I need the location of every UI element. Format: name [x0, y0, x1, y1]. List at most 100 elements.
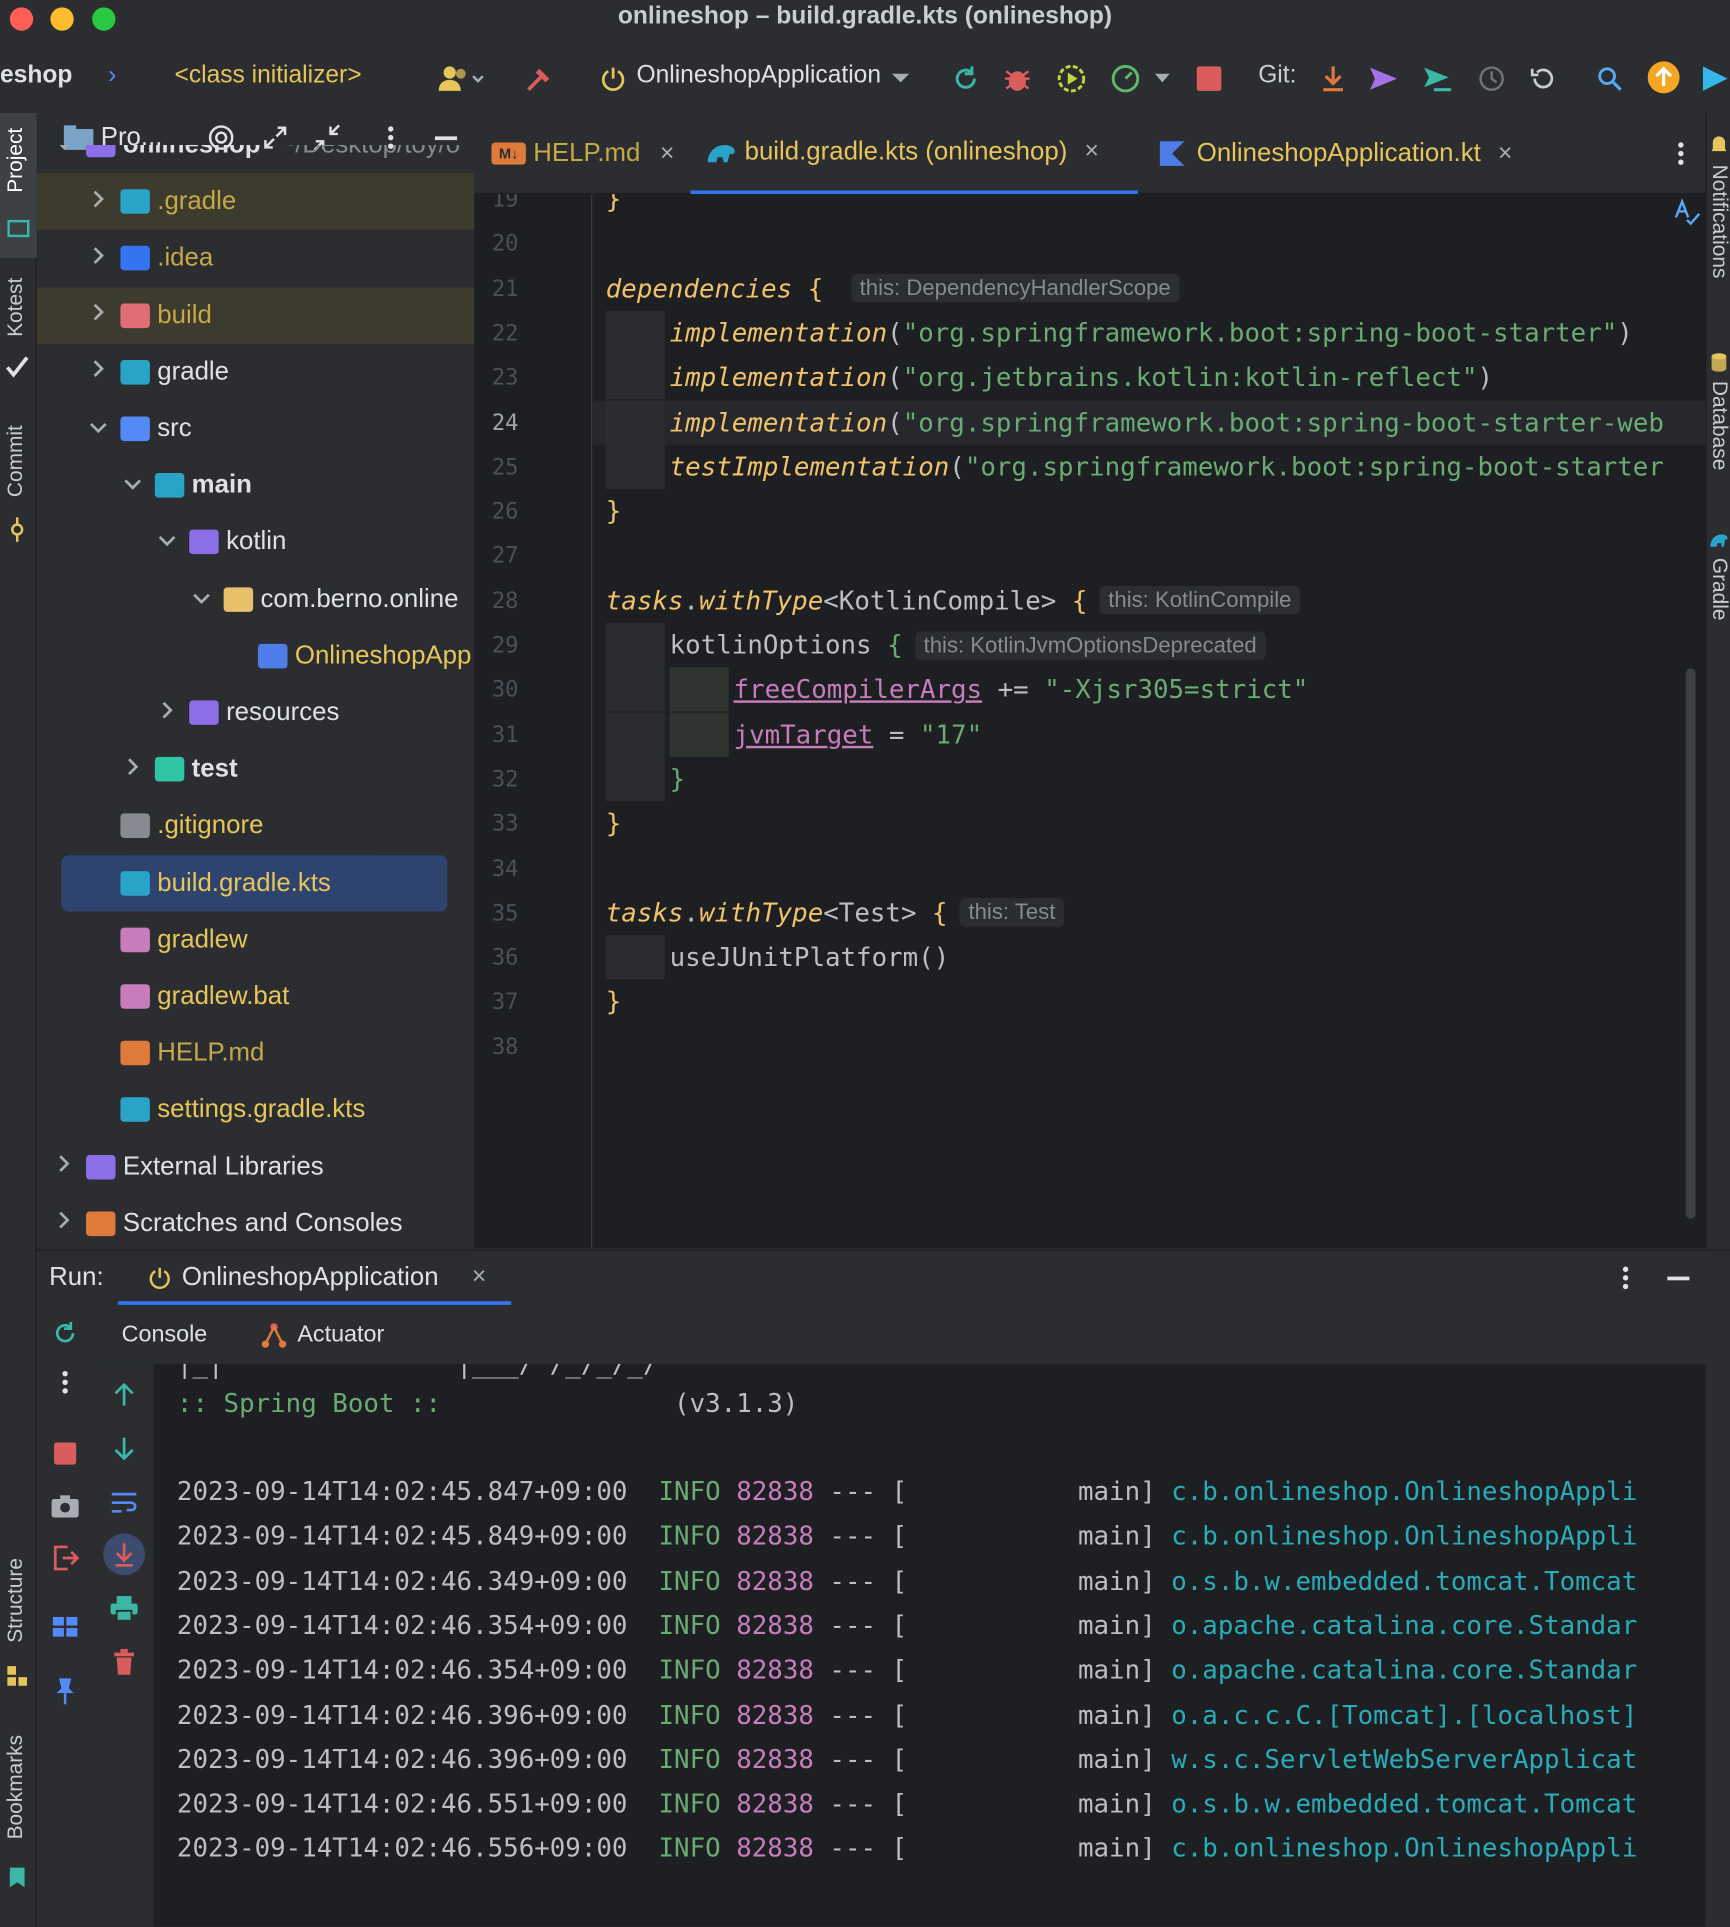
code-token: +=: [982, 674, 1045, 705]
kotest-tool-label[interactable]: Kotest: [4, 278, 29, 337]
chevron-down-icon[interactable]: [86, 418, 111, 440]
update-available-icon[interactable]: [1646, 60, 1680, 94]
git-push-icon[interactable]: [1420, 61, 1454, 95]
camera-dump-icon[interactable]: [49, 1492, 81, 1521]
code-with-me-icon[interactable]: [1701, 61, 1730, 95]
git-history-icon[interactable]: [1474, 61, 1508, 95]
tab-build-gradle-kts[interactable]: build.gradle.kts (onlineshop) ×: [690, 113, 1138, 195]
chevron-right-icon[interactable]: [52, 1211, 77, 1237]
build-hammer-icon[interactable]: [521, 61, 558, 95]
database-icon[interactable]: [1709, 351, 1729, 373]
more-run-options-icon[interactable]: [1150, 61, 1175, 95]
console-output[interactable]: |_| |___/ /_/_/_/ :: Spring Boot :: (v3.…: [153, 1363, 1706, 1927]
chevron-right-icon[interactable]: [52, 1154, 77, 1180]
tree-item[interactable]: .gradle: [36, 173, 475, 230]
tabs-options-kebab-icon[interactable]: [1669, 138, 1694, 170]
layout-icon[interactable]: [49, 1612, 81, 1641]
clear-all-icon[interactable]: [108, 1646, 140, 1678]
tab-help-md[interactable]: M↓ HELP.md ×: [474, 113, 685, 194]
actuator-tab[interactable]: Actuator: [297, 1322, 384, 1349]
bookmark-icon[interactable]: [5, 1865, 30, 1890]
run-tab-close-icon[interactable]: ×: [472, 1263, 486, 1291]
more-actions-kebab-icon[interactable]: [52, 1369, 79, 1396]
pin-icon[interactable]: [49, 1676, 81, 1705]
run-config-selector[interactable]: OnlineshopApplication: [636, 61, 881, 89]
notifications-tool-label[interactable]: Notifications: [1707, 165, 1730, 279]
structure-icon[interactable]: [5, 1664, 30, 1689]
code-line: }: [606, 489, 622, 533]
tree-item[interactable]: build: [36, 287, 475, 344]
tree-item[interactable]: HELP.md: [37, 1025, 474, 1082]
git-update-icon[interactable]: [1317, 61, 1349, 95]
console-tab[interactable]: Console: [122, 1322, 208, 1349]
git-rollback-icon[interactable]: [1526, 61, 1560, 95]
tab-close-icon[interactable]: ×: [660, 139, 674, 167]
chevron-right-icon[interactable]: [120, 756, 145, 782]
notifications-icon[interactable]: [1709, 133, 1729, 155]
users-icon[interactable]: [435, 61, 489, 95]
tree-item[interactable]: com.berno.online: [37, 571, 474, 628]
chevron-right-icon[interactable]: [86, 246, 111, 272]
chevron-down-icon[interactable]: [52, 144, 77, 156]
tree-item[interactable]: .gitignore: [37, 798, 474, 855]
chevron-right-icon[interactable]: [155, 700, 180, 726]
tree-item[interactable]: src: [37, 401, 474, 458]
soft-wrap-icon[interactable]: [108, 1487, 140, 1519]
tab-close-icon[interactable]: ×: [1085, 138, 1099, 166]
tree-item[interactable]: settings.gradle.kts: [37, 1082, 474, 1139]
chevron-down-icon[interactable]: [189, 588, 214, 610]
tree-item[interactable]: onlineshop ~/Desktop/toy/o: [37, 144, 474, 173]
tree-item[interactable]: gradle: [37, 344, 474, 401]
code-editor[interactable]: 19 20 21 22 23 24 25 26 27 28 29 30 31 32 33 34 35 36 37 38…: [474, 194, 1706, 1249]
tree-item[interactable]: resources: [37, 684, 474, 741]
commit-icon[interactable]: [4, 516, 31, 543]
run-tab-onlineshop[interactable]: OnlineshopApplication ×: [117, 1251, 512, 1305]
run-options-kebab-icon[interactable]: [1615, 1263, 1637, 1292]
tab-close-icon[interactable]: ×: [1498, 139, 1512, 167]
search-icon[interactable]: [1592, 61, 1626, 95]
tree-item[interactable]: .idea: [37, 230, 474, 287]
tree-item[interactable]: main: [37, 457, 474, 514]
run-coverage-icon[interactable]: [1054, 61, 1088, 95]
kotest-icon[interactable]: [4, 354, 31, 381]
tree-item[interactable]: gradlew.bat: [37, 968, 474, 1025]
stop-icon[interactable]: [52, 1440, 79, 1467]
chevron-down-icon[interactable]: [155, 531, 180, 553]
hide-run-panel-icon[interactable]: [1664, 1263, 1693, 1292]
gradle-tool-label[interactable]: Gradle: [1707, 558, 1730, 621]
scroll-to-end-toggle[interactable]: [103, 1533, 145, 1576]
gradle-tool-icon[interactable]: [1709, 528, 1729, 550]
debug-bug-icon[interactable]: [1000, 61, 1034, 95]
bookmarks-tool-label[interactable]: Bookmarks: [4, 1735, 29, 1839]
commit-tool-label[interactable]: Commit: [4, 425, 29, 497]
rerun-icon[interactable]: [949, 61, 983, 95]
rerun-icon[interactable]: [49, 1317, 81, 1349]
exit-icon[interactable]: [49, 1543, 81, 1572]
tree-item[interactable]: test: [37, 741, 474, 798]
chevron-right-icon[interactable]: [86, 302, 111, 328]
spellcheck-icon[interactable]: [1671, 197, 1703, 229]
chevron-down-icon[interactable]: [120, 475, 145, 497]
chevron-right-icon[interactable]: [86, 359, 111, 385]
structure-tool-label[interactable]: Structure: [4, 1558, 29, 1643]
tree-item[interactable]: build.gradle.kts: [37, 854, 474, 912]
profiler-icon[interactable]: [1108, 61, 1142, 95]
git-commit-icon[interactable]: [1366, 61, 1400, 95]
project-tool-button[interactable]: Project: [0, 113, 37, 259]
tree-item[interactable]: External Libraries: [37, 1139, 474, 1196]
tree-item[interactable]: Scratches and Consoles: [37, 1195, 474, 1249]
tab-onlineshop-application-kt[interactable]: OnlineshopApplication.kt ×: [1145, 113, 1558, 194]
print-icon[interactable]: [108, 1592, 140, 1624]
arrow-down-icon[interactable]: [108, 1433, 140, 1465]
editor-scrollbar[interactable]: [1685, 668, 1696, 1219]
arrow-up-icon[interactable]: [108, 1379, 140, 1411]
breadcrumb-item[interactable]: <class initializer>: [174, 61, 361, 89]
chevron-right-icon[interactable]: [86, 189, 111, 215]
tree-item[interactable]: OnlineshopApp: [37, 628, 474, 685]
breadcrumb-project[interactable]: eshop: [0, 61, 72, 89]
tree-item[interactable]: kotlin: [37, 514, 474, 571]
stop-icon[interactable]: [1192, 61, 1226, 95]
database-tool-label[interactable]: Database: [1707, 381, 1730, 470]
chevron-down-icon[interactable]: [887, 61, 914, 95]
tree-item[interactable]: gradlew: [37, 911, 474, 968]
